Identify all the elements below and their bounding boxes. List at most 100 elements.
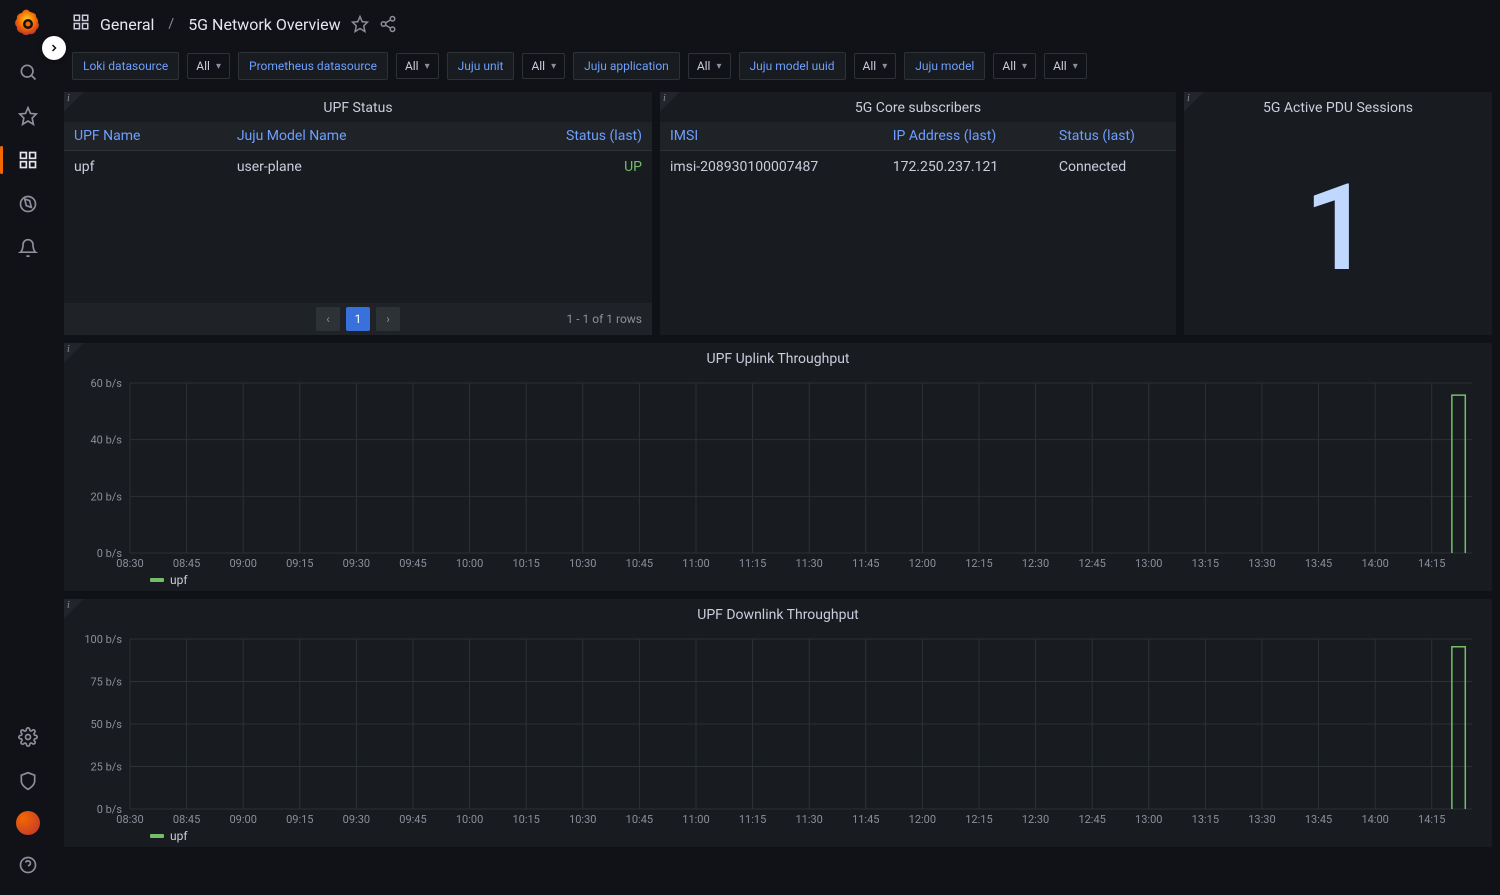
chart-legend[interactable]: upf: [64, 827, 1492, 847]
svg-text:10:45: 10:45: [626, 813, 653, 826]
svg-text:100 b/s: 100 b/s: [84, 633, 122, 646]
svg-text:40 b/s: 40 b/s: [91, 434, 123, 447]
breadcrumb-folder[interactable]: General: [100, 15, 154, 34]
table-row[interactable]: imsi-208930100007487 172.250.237.121 Con…: [660, 151, 1176, 184]
panel-info-icon[interactable]: i: [64, 599, 92, 627]
nav-configuration[interactable]: [8, 717, 48, 757]
apps-icon[interactable]: [72, 13, 90, 35]
upf-status-table: UPF Name Juju Model Name Status (last) u…: [64, 122, 652, 183]
svg-text:75 b/s: 75 b/s: [91, 676, 123, 689]
pager-next[interactable]: ›: [376, 307, 400, 331]
svg-text:12:45: 12:45: [1078, 813, 1105, 826]
col-status[interactable]: Status (last): [471, 122, 652, 151]
star-dashboard-icon[interactable]: [351, 15, 369, 33]
panel-upf-status: i UPF Status UPF Name Juju Model Name St…: [64, 92, 652, 335]
var-label-juju-model-uuid[interactable]: Juju model uuid: [739, 52, 846, 80]
legend-swatch: [150, 834, 164, 838]
svg-text:10:15: 10:15: [512, 557, 539, 570]
panel-subscribers: i 5G Core subscribers IMSI IP Address (l…: [660, 92, 1176, 335]
cell-imsi: imsi-208930100007487: [660, 151, 883, 184]
share-dashboard-icon[interactable]: [379, 15, 397, 33]
cell-model: user-plane: [227, 151, 471, 184]
svg-text:14:00: 14:00: [1361, 557, 1388, 570]
panel-title[interactable]: UPF Status: [64, 92, 652, 122]
legend-label: upf: [170, 829, 188, 843]
col-upf-name[interactable]: UPF Name: [64, 122, 227, 151]
chevron-down-icon: ▾: [716, 61, 721, 72]
stat-value: 1: [1184, 122, 1492, 335]
svg-text:13:30: 13:30: [1248, 557, 1275, 570]
col-juju-model[interactable]: Juju Model Name: [227, 122, 471, 151]
panel-info-icon[interactable]: i: [660, 92, 688, 120]
nav-search[interactable]: [8, 52, 48, 92]
chevron-down-icon: ▾: [882, 61, 887, 72]
svg-text:10:00: 10:00: [456, 813, 483, 826]
var-label-juju-application[interactable]: Juju application: [573, 52, 680, 80]
panel-info-icon[interactable]: i: [1184, 92, 1212, 120]
var-select-prometheus[interactable]: All▾: [396, 53, 439, 79]
svg-text:08:45: 08:45: [173, 813, 200, 826]
var-label-prometheus[interactable]: Prometheus datasource: [238, 52, 388, 80]
cell-status: UP: [471, 151, 652, 184]
panel-title[interactable]: 5G Core subscribers: [660, 92, 1176, 122]
chart-legend[interactable]: upf: [64, 571, 1492, 591]
var-select-juju-application[interactable]: All▾: [688, 53, 731, 79]
svg-text:12:15: 12:15: [965, 557, 992, 570]
var-select-juju-unit[interactable]: All▾: [522, 53, 565, 79]
svg-text:11:00: 11:00: [682, 557, 709, 570]
svg-text:14:15: 14:15: [1418, 813, 1445, 826]
svg-text:12:00: 12:00: [909, 813, 936, 826]
svg-text:09:00: 09:00: [229, 557, 256, 570]
svg-text:11:45: 11:45: [852, 557, 879, 570]
svg-text:12:30: 12:30: [1022, 557, 1049, 570]
downlink-chart[interactable]: 0 b/s25 b/s50 b/s75 b/s100 b/s08:3008:45…: [70, 633, 1482, 827]
breadcrumb-title[interactable]: 5G Network Overview: [188, 15, 341, 34]
panel-info-icon[interactable]: i: [64, 92, 92, 120]
nav-dashboards[interactable]: [8, 140, 48, 180]
var-select-extra[interactable]: All▾: [1044, 53, 1087, 79]
nav-admin[interactable]: [8, 761, 48, 801]
pager-prev[interactable]: ‹: [316, 307, 340, 331]
panel-title[interactable]: 5G Active PDU Sessions: [1184, 92, 1492, 122]
svg-text:60 b/s: 60 b/s: [91, 377, 123, 390]
col-imsi[interactable]: IMSI: [660, 122, 883, 151]
legend-swatch: [150, 578, 164, 582]
uplink-chart[interactable]: 0 b/s20 b/s40 b/s60 b/s08:3008:4509:0009…: [70, 377, 1482, 571]
var-label-juju-unit[interactable]: Juju unit: [447, 52, 515, 80]
grafana-logo-icon[interactable]: [12, 8, 44, 40]
panel-info-icon[interactable]: i: [64, 343, 92, 371]
var-select-juju-model[interactable]: All▾: [993, 53, 1036, 79]
table-row[interactable]: upf user-plane UP: [64, 151, 652, 184]
svg-text:11:45: 11:45: [852, 813, 879, 826]
svg-text:11:00: 11:00: [682, 813, 709, 826]
panel-title[interactable]: UPF Downlink Throughput: [64, 599, 1492, 629]
var-label-loki[interactable]: Loki datasource: [72, 52, 179, 80]
subscribers-table: IMSI IP Address (last) Status (last) ims…: [660, 122, 1176, 183]
sidebar: [0, 0, 56, 895]
svg-text:08:30: 08:30: [116, 557, 143, 570]
svg-text:10:00: 10:00: [456, 557, 483, 570]
user-avatar[interactable]: [16, 811, 40, 835]
pager-page-1[interactable]: 1: [346, 307, 370, 331]
panel-title[interactable]: UPF Uplink Throughput: [64, 343, 1492, 373]
nav-starred[interactable]: [8, 96, 48, 136]
panel-downlink-throughput: i UPF Downlink Throughput 0 b/s25 b/s50 …: [64, 599, 1492, 847]
col-status[interactable]: Status (last): [1049, 122, 1176, 151]
expand-sidebar-button[interactable]: [42, 36, 66, 60]
panel-pdu-sessions: i 5G Active PDU Sessions 1: [1184, 92, 1492, 335]
svg-text:09:30: 09:30: [343, 557, 370, 570]
svg-text:11:15: 11:15: [739, 557, 766, 570]
nav-explore[interactable]: [8, 184, 48, 224]
svg-text:50 b/s: 50 b/s: [91, 718, 123, 731]
rows-summary: 1 - 1 of 1 rows: [567, 312, 642, 326]
var-label-juju-model[interactable]: Juju model: [904, 52, 985, 80]
col-ip[interactable]: IP Address (last): [883, 122, 1049, 151]
svg-text:14:15: 14:15: [1418, 557, 1445, 570]
cell-name: upf: [64, 151, 227, 184]
legend-label: upf: [170, 573, 188, 587]
svg-text:08:30: 08:30: [116, 813, 143, 826]
nav-alerting[interactable]: [8, 228, 48, 268]
var-select-loki[interactable]: All▾: [187, 53, 230, 79]
var-select-juju-model-uuid[interactable]: All▾: [854, 53, 897, 79]
nav-help[interactable]: [8, 845, 48, 885]
